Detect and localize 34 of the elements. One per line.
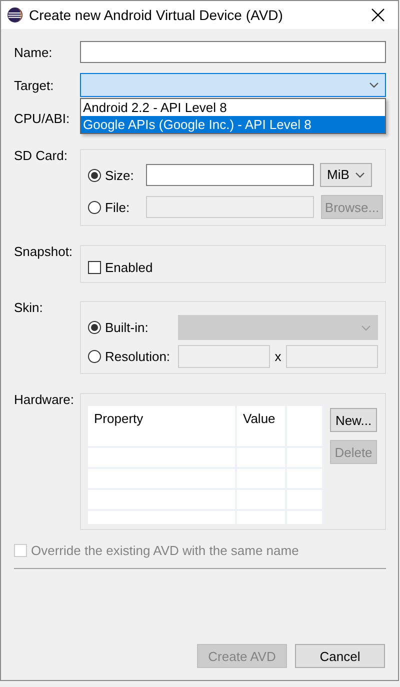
column-header: Property — [88, 406, 237, 431]
radio-icon[interactable] — [88, 350, 101, 363]
radio-icon[interactable] — [88, 200, 101, 214]
name-field[interactable] — [80, 41, 386, 63]
cancel-button[interactable]: Cancel — [295, 644, 385, 668]
radio-icon[interactable] — [88, 321, 101, 334]
size-field[interactable] — [146, 164, 314, 186]
built-in-radio[interactable]: Built-in: — [88, 320, 178, 335]
window-title: Create new Android Virtual Device (AVD) — [29, 7, 284, 23]
section-label: Skin: — [14, 300, 44, 315]
resolution-radio[interactable]: Resolution: — [88, 349, 178, 364]
dropdown-option[interactable]: Google APIs (Google Inc.) - API Level 8 — [81, 116, 385, 133]
field-label: Target: — [14, 78, 55, 92]
unit-dropdown[interactable]: MiB — [320, 162, 372, 186]
file-radio[interactable]: File: — [88, 200, 140, 214]
chevron-icon — [361, 324, 371, 330]
column-header: Value — [237, 406, 287, 431]
times-sign: x — [274, 349, 282, 364]
section-label: SD Card: — [14, 148, 68, 163]
checkbox-icon[interactable] — [88, 261, 101, 274]
field-label: CPU/ABI: — [14, 110, 71, 126]
close-icon — [371, 8, 385, 22]
radio-icon[interactable] — [88, 168, 101, 182]
section-label: Hardware: — [14, 392, 75, 407]
chevron-icon — [355, 172, 365, 178]
section-label: Snapshot: — [14, 244, 74, 259]
new-button[interactable]: New... — [330, 408, 377, 432]
dropdown-option[interactable]: Android 2.2 - API Level 8 — [81, 99, 385, 116]
size-radio[interactable]: Size: — [88, 168, 140, 182]
logo-icon — [7, 7, 23, 23]
target-dropdown[interactable] — [80, 73, 386, 97]
chevron-icon — [369, 82, 379, 88]
field-label: Name: — [14, 44, 54, 60]
enabled-checkbox[interactable]: Enabled — [88, 260, 378, 275]
